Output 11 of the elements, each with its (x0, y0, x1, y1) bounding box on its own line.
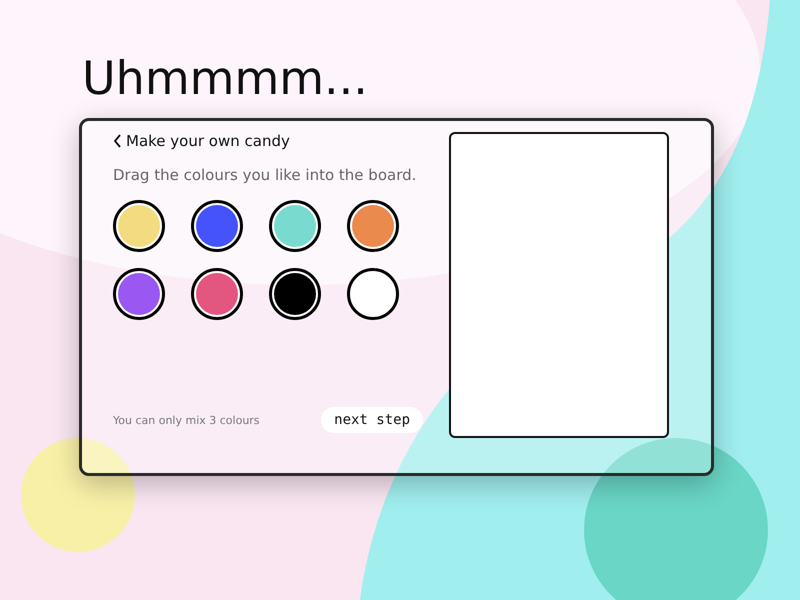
colour-swatch[interactable] (113, 268, 165, 320)
colour-swatch[interactable] (191, 268, 243, 320)
hint-text: You can only mix 3 colours (113, 414, 260, 426)
back-button[interactable]: Make your own candy (113, 132, 290, 150)
instruction-text: Drag the colours you like into the board. (113, 166, 416, 184)
candy-board[interactable] (449, 132, 669, 438)
chevron-left-icon (113, 134, 122, 148)
page-heading: Uhmmmm... (82, 50, 368, 106)
colour-swatch[interactable] (269, 268, 321, 320)
colour-swatch[interactable] (347, 268, 399, 320)
next-step-button[interactable]: next step (321, 407, 423, 433)
